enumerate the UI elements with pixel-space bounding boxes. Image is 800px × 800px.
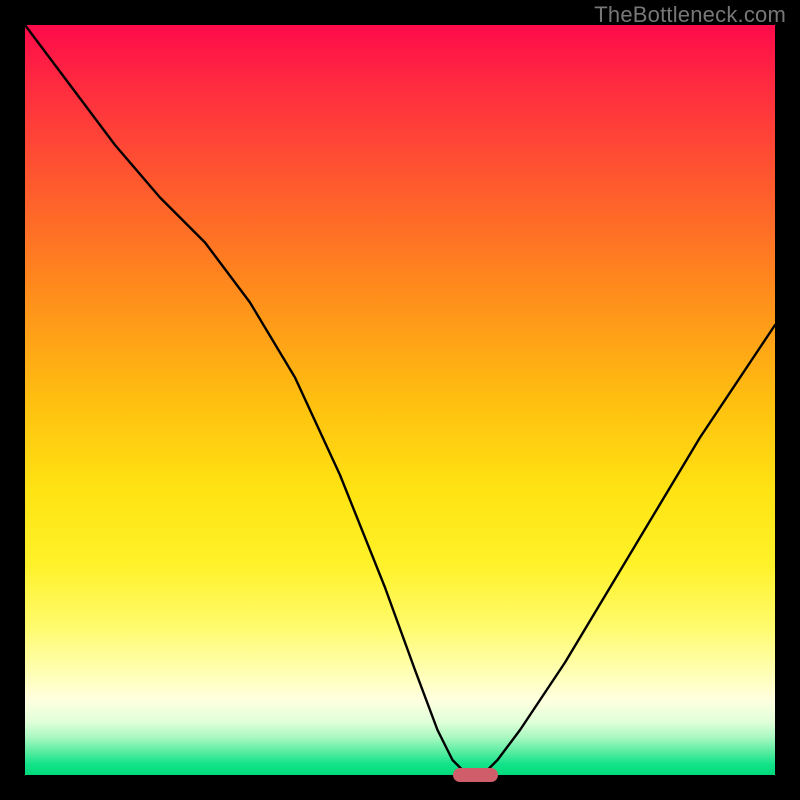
plot-area xyxy=(25,25,775,775)
curve-path xyxy=(25,25,775,775)
chart-frame: TheBottleneck.com xyxy=(0,0,800,800)
optimum-marker xyxy=(453,768,498,782)
watermark-text: TheBottleneck.com xyxy=(594,2,786,28)
bottleneck-curve xyxy=(25,25,775,775)
